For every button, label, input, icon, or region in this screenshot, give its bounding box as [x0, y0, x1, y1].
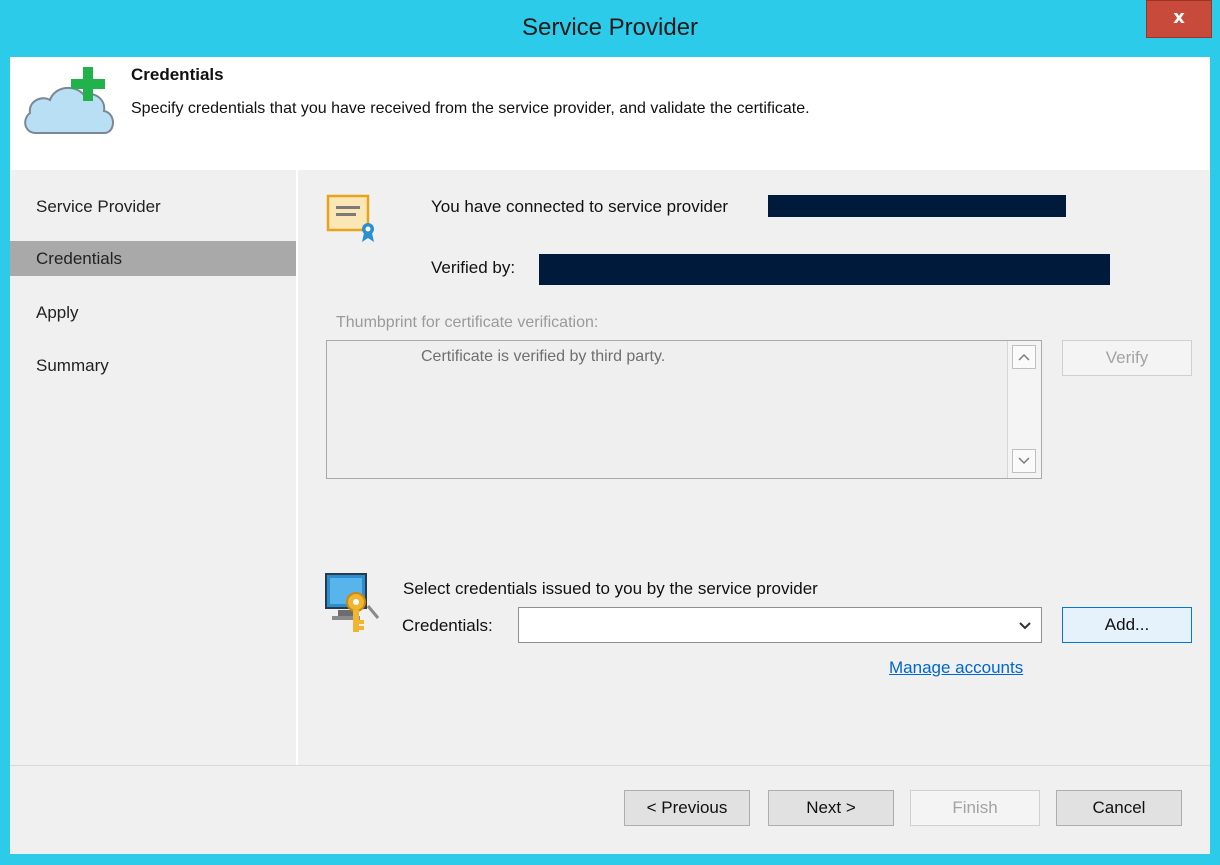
- wizard-steps-sidebar: Service Provider Credentials Apply Summa…: [10, 170, 296, 765]
- thumbprint-textbox[interactable]: Certificate is verified by third party.: [326, 340, 1042, 479]
- select-credentials-text: Select credentials issued to you by the …: [403, 579, 818, 598]
- chevron-down-icon[interactable]: [1012, 449, 1036, 473]
- wizard-client-area: Credentials Specify credentials that you…: [10, 57, 1210, 854]
- sidebar-item-service-provider[interactable]: Service Provider: [10, 189, 296, 224]
- redacted-provider-name: [768, 195, 1066, 217]
- next-button[interactable]: Next >: [768, 790, 894, 826]
- sidebar-item-summary[interactable]: Summary: [10, 348, 296, 383]
- credentials-dropdown[interactable]: [518, 607, 1042, 643]
- header-description: Specify credentials that you have receiv…: [131, 100, 810, 117]
- title-bar[interactable]: Service Provider x: [0, 0, 1220, 57]
- window-title: Service Provider: [521, 14, 699, 41]
- verify-button[interactable]: Verify: [1062, 340, 1192, 376]
- close-icon: x: [1173, 7, 1185, 28]
- previous-button[interactable]: < Previous: [624, 790, 750, 826]
- cancel-button[interactable]: Cancel: [1056, 790, 1182, 826]
- dropdown-caret-icon: [1019, 622, 1031, 630]
- finish-button[interactable]: Finish: [910, 790, 1040, 826]
- certificate-icon: [326, 194, 374, 242]
- manage-accounts-link[interactable]: Manage accounts: [889, 658, 1023, 678]
- chevron-up-icon[interactable]: [1012, 345, 1036, 369]
- credentials-content: You have connected to service provider V…: [298, 170, 1210, 765]
- thumbprint-value: Certificate is verified by third party.: [421, 348, 666, 365]
- thumbprint-scrollbar[interactable]: [1007, 341, 1041, 478]
- verified-by-label: Verified by:: [431, 258, 516, 277]
- credentials-label: Credentials:: [402, 616, 493, 635]
- credentials-key-icon: [325, 573, 380, 632]
- cloud-plus-icon: [24, 67, 114, 134]
- sidebar-item-apply[interactable]: Apply: [10, 295, 296, 330]
- sidebar-item-credentials[interactable]: Credentials: [10, 241, 296, 276]
- connected-provider-text: You have connected to service provider: [431, 197, 729, 216]
- add-credentials-button[interactable]: Add...: [1062, 607, 1192, 643]
- header-title: Credentials: [131, 65, 224, 84]
- wizard-header: Credentials Specify credentials that you…: [10, 57, 1210, 170]
- close-button[interactable]: x: [1146, 0, 1212, 38]
- redacted-verifier: [539, 254, 1110, 285]
- wizard-footer: < Previous Next > Finish Cancel: [10, 765, 1210, 854]
- thumbprint-label: Thumbprint for certificate verification:: [336, 314, 599, 331]
- service-provider-window: Service Provider x Credentials Specify c…: [0, 0, 1220, 865]
- wizard-body: Service Provider Credentials Apply Summa…: [10, 170, 1210, 765]
